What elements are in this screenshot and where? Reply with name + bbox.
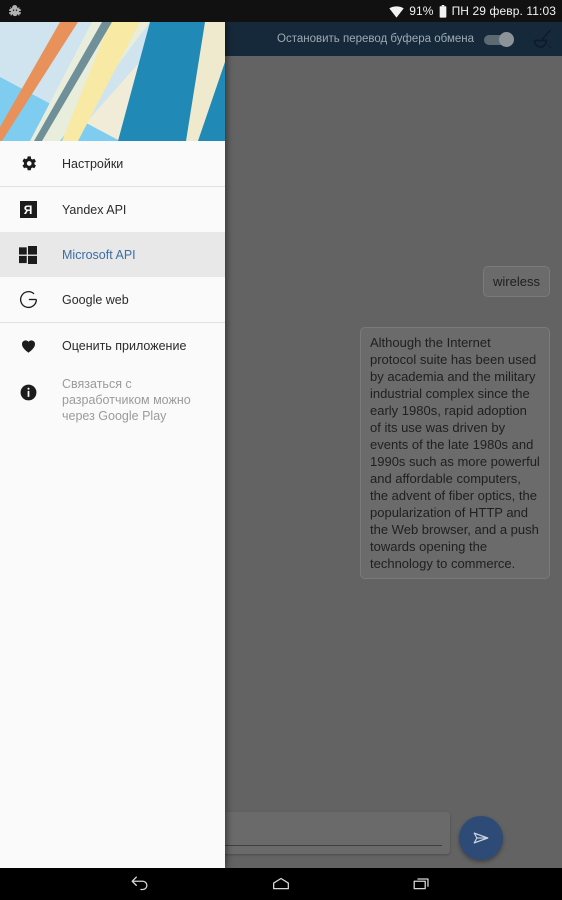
drawer-menu: Настройки Я Yandex API Microsoft API Goo… xyxy=(0,141,225,423)
heart-icon xyxy=(16,334,40,358)
clipboard-translate-label: Остановить перевод буфера обмена xyxy=(277,33,474,45)
back-icon[interactable] xyxy=(125,872,155,896)
yandex-icon: Я xyxy=(16,198,40,222)
send-icon xyxy=(472,829,490,847)
clipboard-translate-switch[interactable] xyxy=(484,31,514,47)
drawer-item-settings[interactable]: Настройки xyxy=(0,141,225,186)
drawer-header-image xyxy=(0,22,225,141)
recents-icon[interactable] xyxy=(407,872,437,896)
drawer-item-label: Microsoft API xyxy=(62,247,136,262)
message-bubble-received: Although the Internet protocol suite has… xyxy=(360,327,550,579)
windows-icon xyxy=(16,243,40,267)
status-bar-datetime: ПН 29 февр. 11:03 xyxy=(451,4,556,18)
android-nav-bar xyxy=(0,868,562,900)
home-icon[interactable] xyxy=(266,872,296,896)
drawer-item-google-web[interactable]: Google web xyxy=(0,277,225,322)
app-screen: 91% ПН 29 февр. 11:03 Остановить перевод… xyxy=(0,0,562,900)
message-bubble-sent: wireless xyxy=(483,266,550,297)
drawer-item-contact-developer[interactable]: Связаться с разработчиком можно через Go… xyxy=(0,368,225,423)
status-bar: 91% ПН 29 февр. 11:03 xyxy=(0,0,562,22)
send-button[interactable] xyxy=(459,816,503,860)
drawer-item-yandex-api[interactable]: Я Yandex API xyxy=(0,187,225,232)
switch-thumb xyxy=(499,31,514,47)
info-icon xyxy=(16,380,40,404)
drawer-item-label: Yandex API xyxy=(62,202,127,217)
bug-icon xyxy=(8,4,22,18)
battery-icon xyxy=(439,4,447,18)
status-bar-right: 91% ПН 29 февр. 11:03 xyxy=(389,0,556,22)
status-bar-left xyxy=(8,4,22,18)
broom-icon[interactable] xyxy=(530,27,554,51)
drawer-item-label: Связаться с разработчиком можно через Go… xyxy=(62,377,191,423)
google-g-icon xyxy=(16,288,40,312)
drawer-item-label: Оценить приложение xyxy=(62,338,187,353)
wifi-icon xyxy=(389,5,404,18)
drawer-item-label: Google web xyxy=(62,292,129,307)
drawer-item-microsoft-api[interactable]: Microsoft API xyxy=(0,232,225,277)
drawer-item-rate-app[interactable]: Оценить приложение xyxy=(0,323,225,368)
navigation-drawer: Настройки Я Yandex API Microsoft API Goo… xyxy=(0,22,225,868)
gear-icon xyxy=(16,152,40,176)
drawer-item-label: Настройки xyxy=(62,156,124,171)
battery-percent-label: 91% xyxy=(409,4,434,18)
